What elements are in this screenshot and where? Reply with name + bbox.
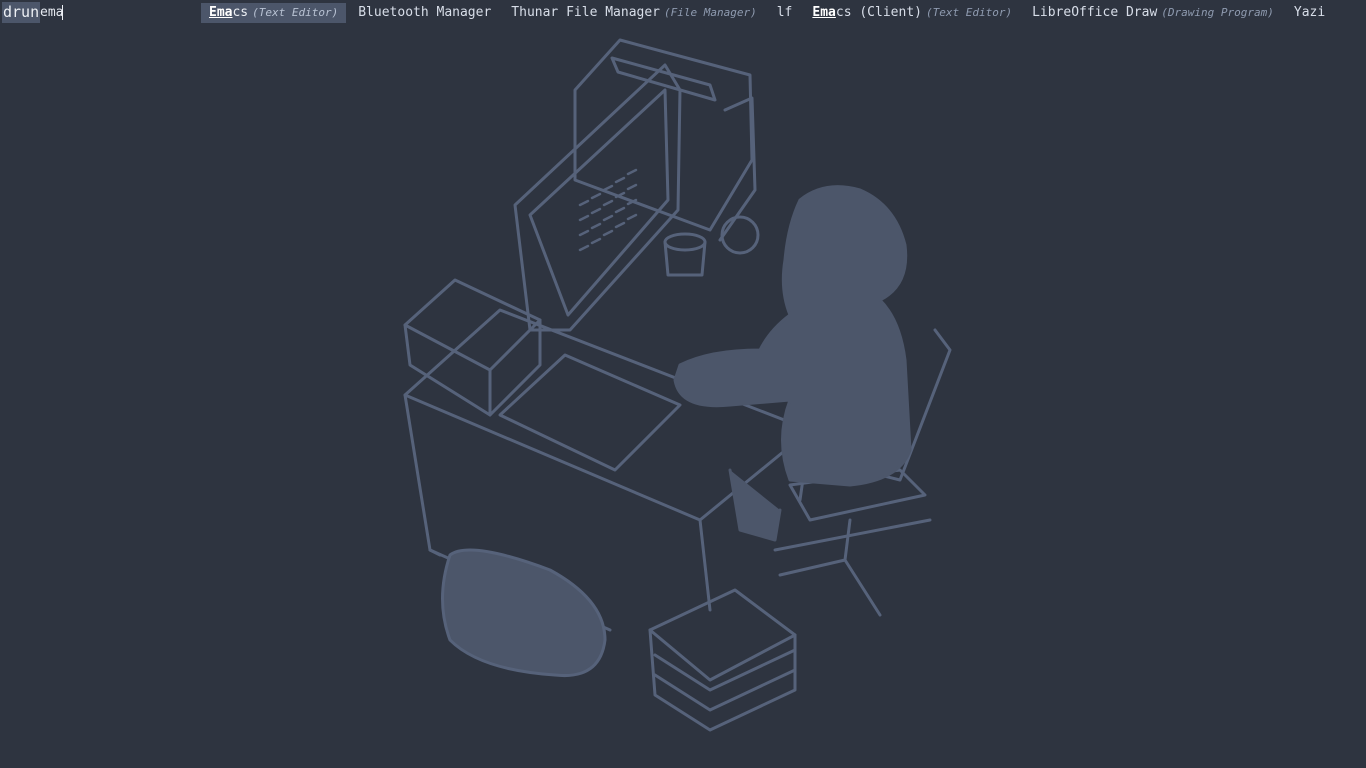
monitor-screen-text xyxy=(578,168,638,252)
entry-description: (Text Editor) xyxy=(925,6,1013,19)
entry-match-text: Ema xyxy=(812,5,836,20)
launcher-entry-bluetooth-manager[interactable]: Bluetooth Manager xyxy=(350,3,499,23)
wallpaper-illustration xyxy=(403,38,952,732)
person-legs xyxy=(728,468,782,542)
computer-tower xyxy=(573,38,754,232)
launcher-entry-emacs-client[interactable]: Emacs (Client) (Text Editor) xyxy=(804,3,1020,23)
floor-bag xyxy=(441,548,607,678)
entry-label: lf xyxy=(776,5,793,20)
entry-label: Bluetooth Manager xyxy=(358,5,492,20)
launcher-entry-emacs[interactable]: Emacs (Text Editor) xyxy=(201,3,347,23)
launcher-mode-label[interactable]: drun xyxy=(2,2,41,23)
mug xyxy=(663,232,707,252)
entry-label: cs (Client) xyxy=(835,5,922,20)
entry-description: (Drawing Program) xyxy=(1161,6,1274,19)
keyboard xyxy=(498,353,682,472)
text-cursor xyxy=(62,5,63,20)
launcher-results: Emacs (Text Editor) Bluetooth Manager Thu… xyxy=(201,3,1337,23)
entry-description: (File Manager) xyxy=(664,6,757,19)
launcher-entry-yazi[interactable]: Yazi xyxy=(1286,3,1333,23)
entry-match-text: Ema xyxy=(209,5,233,20)
entry-label: cs xyxy=(232,5,249,20)
tower-top-box xyxy=(610,56,717,102)
desktop-wallpaper xyxy=(380,30,980,740)
launcher-search-input[interactable]: ema xyxy=(40,0,63,25)
entry-label: Thunar File Manager xyxy=(511,5,661,20)
entry-description: (Text Editor) xyxy=(252,6,339,19)
launcher-bar: drun ema Emacs (Text Editor) Bluetooth Ma… xyxy=(0,0,1366,25)
monitor xyxy=(513,63,682,332)
entry-label: LibreOffice Draw xyxy=(1032,5,1158,20)
stuffed-toy xyxy=(720,215,760,255)
launcher-entry-libreoffice-draw[interactable]: LibreOffice Draw (Drawing Program) xyxy=(1024,3,1282,23)
book-stack xyxy=(403,278,542,372)
launcher-entry-thunar[interactable]: Thunar File Manager (File Manager) xyxy=(503,3,764,23)
launcher-entry-lf[interactable]: lf xyxy=(769,3,801,23)
entry-label: Yazi xyxy=(1293,5,1326,20)
